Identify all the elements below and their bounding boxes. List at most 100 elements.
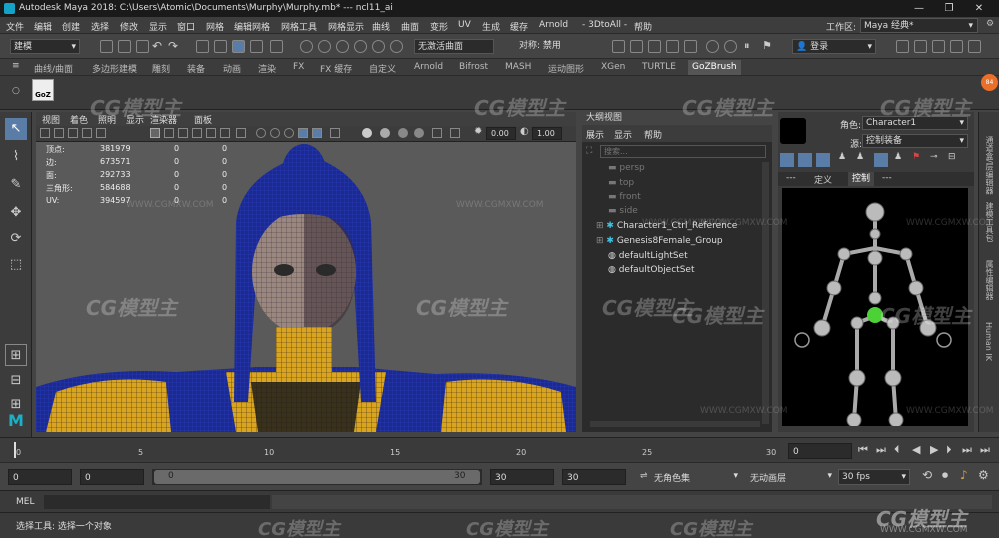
side-tab-human-ik[interactable]: Human IK — [984, 322, 993, 361]
close-button[interactable]: ✕ — [968, 1, 990, 16]
step-back-key-icon[interactable]: ⏭ — [876, 443, 886, 457]
render-frame-icon[interactable] — [648, 40, 661, 53]
color-management-icon[interactable] — [414, 128, 424, 138]
pause-icon[interactable]: ⏸ — [744, 39, 750, 53]
goz-button[interactable]: GoZ — [32, 79, 54, 101]
menu-mesh-display[interactable]: 网格显示 — [328, 20, 364, 33]
shelf-tab-sculpt[interactable]: 雕刻 — [152, 62, 170, 75]
end-frame-field[interactable]: 30 — [562, 469, 626, 485]
go-to-end-icon[interactable]: ⏭ — [980, 443, 990, 457]
menu-create[interactable]: 创建 — [62, 20, 80, 33]
paint-select-tool-icon[interactable]: ✎ — [5, 174, 27, 196]
source-dropdown[interactable]: 控制装备 ▾ — [862, 134, 968, 148]
audio-icon[interactable]: ♪ — [960, 468, 968, 482]
channel-box-toggle-icon[interactable] — [896, 40, 909, 53]
menu-file[interactable]: 文件 — [6, 20, 24, 33]
shelf-tab-animation[interactable]: 动画 — [223, 62, 241, 75]
smooth-shade-icon[interactable] — [164, 128, 174, 138]
shelf-tab-rigging[interactable]: 装备 — [187, 62, 205, 75]
step-forward-key-icon[interactable]: ⏭ — [962, 443, 972, 457]
notification-badge-icon[interactable]: 84 — [981, 74, 998, 91]
grid-toggle-icon[interactable] — [96, 128, 106, 138]
hik-tab-left[interactable]: --- — [786, 173, 796, 183]
hik-tab-controls[interactable]: 控制 — [848, 172, 875, 186]
mirror-icon[interactable]: ⊟ — [948, 152, 956, 162]
isolate-select-icon[interactable] — [236, 128, 246, 138]
outliner-item-default-object-set[interactable]: ◍ defaultObjectSet — [608, 265, 694, 275]
use-all-lights-icon[interactable] — [206, 128, 216, 138]
arnold-render-icon[interactable] — [724, 40, 737, 53]
menu-deform[interactable]: 变形 — [430, 20, 448, 33]
select-effector-icon[interactable] — [874, 153, 888, 167]
hud-toggle-icon[interactable] — [432, 128, 442, 138]
animation-prefs-icon[interactable]: ⚙ — [978, 468, 989, 482]
shelf-tab-curves[interactable]: 曲线/曲面 — [34, 62, 73, 75]
pin-icon[interactable]: ♟ — [838, 152, 846, 162]
flag-icon[interactable]: ⚑ — [762, 39, 772, 52]
select-hierarchy-icon[interactable] — [196, 40, 209, 53]
side-tab-attribute-editor[interactable]: 属性编辑器 — [984, 260, 995, 300]
snap-view-plane-icon[interactable] — [336, 40, 349, 53]
save-scene-icon[interactable] — [136, 40, 149, 53]
range-slider[interactable]: 0 30 — [152, 469, 482, 485]
fps-dropdown[interactable]: 30 fps ▾ — [838, 469, 910, 485]
time-slider-track[interactable]: 0 5 10 15 20 25 30 — [10, 440, 780, 460]
textured-icon[interactable] — [192, 128, 202, 138]
menu-select[interactable]: 选择 — [91, 20, 109, 33]
layout-single-icon[interactable]: ⊞ — [5, 344, 27, 366]
workspace-dropdown[interactable]: Maya 经典* ▾ — [860, 18, 978, 33]
layout-four-icon[interactable]: ⊟ — [5, 370, 27, 392]
resolution-gate-icon[interactable] — [450, 128, 460, 138]
light-icon[interactable] — [362, 128, 372, 138]
xray-joints-icon[interactable] — [270, 128, 280, 138]
move-tool-icon[interactable]: ✥ — [5, 202, 27, 224]
select-component-icon[interactable] — [232, 40, 245, 53]
start-frame-field[interactable]: 0 — [8, 469, 72, 485]
restore-button[interactable]: ❐ — [938, 1, 960, 16]
lasso-tool-icon[interactable]: ⌇ — [5, 146, 27, 168]
outliner-menu-display[interactable]: 展示 — [586, 128, 604, 141]
outliner-item-default-light-set[interactable]: ◍ defaultLightSet — [608, 251, 688, 261]
outliner-toggle-icon[interactable] — [968, 40, 981, 53]
select-tool-icon[interactable]: ↖ — [5, 118, 27, 140]
vp-menu-view[interactable]: 视图 — [42, 113, 60, 126]
snap-surface-icon[interactable] — [354, 40, 367, 53]
menu-set-dropdown[interactable]: 建模 ▾ — [10, 39, 80, 54]
play-forward-icon[interactable]: ▶ — [930, 443, 938, 456]
menu-help[interactable]: 帮助 — [634, 20, 652, 33]
menu-mesh-tools[interactable]: 网格工具 — [281, 20, 317, 33]
shelf-tab-poly[interactable]: 多边形建模 — [92, 62, 137, 75]
menu-curves[interactable]: 曲线 — [372, 20, 390, 33]
hypershade-icon[interactable] — [706, 40, 719, 53]
step-back-frame-icon[interactable]: ⏴ — [894, 443, 900, 457]
snap-point-icon[interactable] — [318, 40, 331, 53]
time-slider[interactable]: 0 5 10 15 20 25 30 0 ⏮ ⏭ ⏴ ◀ ▶ ⏵ ⏭ ⏭ — [0, 437, 999, 462]
expand-icon[interactable]: ⊞ — [596, 236, 606, 246]
shelf-tab-turtle[interactable]: TURTLE — [642, 62, 676, 72]
outliner-search-input[interactable] — [600, 145, 766, 158]
key-all-icon[interactable]: ♟ — [894, 152, 902, 162]
menu-generate[interactable]: 生成 — [482, 20, 500, 33]
outliner-menu-help[interactable]: 帮助 — [644, 128, 662, 141]
shelf-tab-rendering[interactable]: 渲染 — [258, 62, 276, 75]
viewport-3d[interactable]: 顶点: 381979 0 0 边: 673571 0 0 面: 292733 0 0 三角形: 58… — [36, 142, 576, 432]
snap-vertex-icon[interactable] — [372, 40, 385, 53]
shelf-tab-custom[interactable]: 自定义 — [369, 62, 396, 75]
menu-mesh[interactable]: 网格 — [206, 20, 224, 33]
render-view-icon[interactable] — [630, 40, 643, 53]
full-body-icon[interactable] — [798, 153, 812, 167]
expand-icon[interactable]: ⊞ — [596, 221, 606, 231]
snap-curve-icon[interactable] — [300, 40, 313, 53]
camera-attributes-icon[interactable] — [54, 128, 64, 138]
shelf-tab-arnold[interactable]: Arnold — [414, 62, 443, 72]
mel-input[interactable] — [44, 495, 270, 509]
release-pins-icon[interactable]: ⊸ — [930, 152, 938, 162]
menu-modify[interactable]: 修改 — [120, 20, 138, 33]
outliner-menu-show[interactable]: 显示 — [614, 128, 632, 141]
camera-select-icon[interactable] — [40, 128, 50, 138]
attribute-editor-toggle-icon[interactable] — [914, 40, 927, 53]
outliner-camera-top[interactable]: ▬ top — [608, 178, 634, 188]
menu-cache[interactable]: 缓存 — [510, 20, 528, 33]
outliner-h-scrollbar[interactable] — [590, 421, 760, 427]
lasso-icon[interactable] — [250, 40, 263, 53]
